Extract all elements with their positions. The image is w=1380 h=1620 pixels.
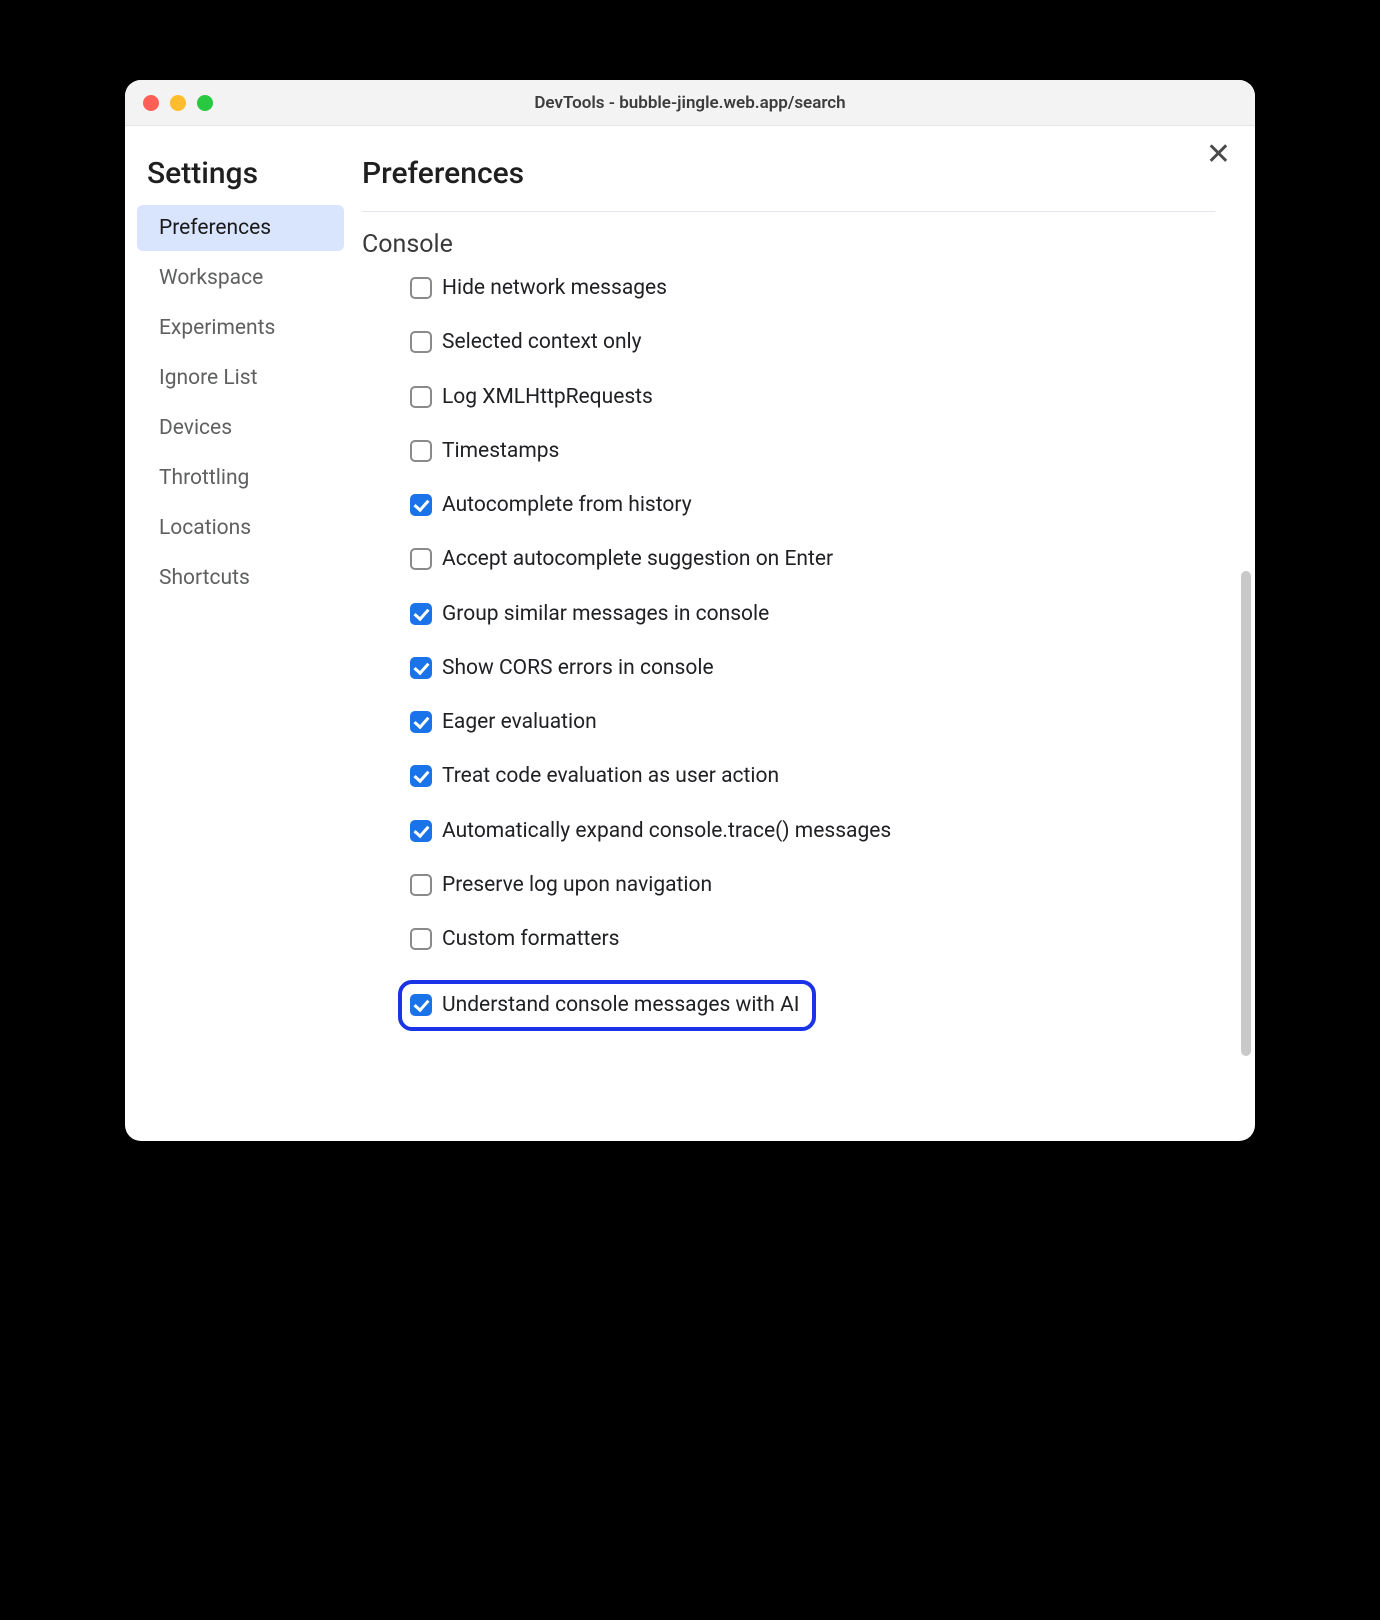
sidebar-item-preferences[interactable]: Preferences: [137, 205, 344, 251]
option-row: Accept autocomplete suggestion on Enter: [410, 546, 930, 572]
option-row: Hide network messages: [410, 275, 930, 301]
option-row: Selected context only: [410, 329, 930, 355]
sidebar-item-label: Locations: [159, 516, 251, 540]
sidebar-item-label: Preferences: [159, 216, 271, 240]
checkbox[interactable]: [410, 386, 432, 408]
option-label: Accept autocomplete suggestion on Enter: [442, 546, 833, 572]
sidebar-item-ignore-list[interactable]: Ignore List: [137, 355, 344, 401]
checkbox[interactable]: [410, 765, 432, 787]
option-label: Selected context only: [442, 329, 642, 355]
option-label: Preserve log upon navigation: [442, 872, 712, 898]
checkbox[interactable]: [410, 277, 432, 299]
option-label: Treat code evaluation as user action: [442, 763, 779, 789]
sidebar-item-workspace[interactable]: Workspace: [137, 255, 344, 301]
option-label: Understand console messages with AI: [442, 992, 800, 1018]
checkbox[interactable]: [410, 494, 432, 516]
checkbox[interactable]: [410, 603, 432, 625]
options-list: Hide network messages Selected context on…: [362, 275, 1215, 1031]
window-title: DevTools - bubble-jingle.web.app/search: [125, 93, 1255, 113]
checkbox[interactable]: [410, 820, 432, 842]
option-row: Show CORS errors in console: [410, 655, 930, 681]
window-close-button[interactable]: [143, 95, 159, 111]
sidebar: Settings Preferences Workspace Experiments…: [125, 126, 350, 1141]
sidebar-item-throttling[interactable]: Throttling: [137, 455, 344, 501]
option-row: Group similar messages in console: [410, 601, 930, 627]
option-row: Preserve log upon navigation: [410, 872, 930, 898]
checkbox[interactable]: [410, 440, 432, 462]
option-row: Custom formatters: [410, 926, 930, 952]
option-row: Eager evaluation: [410, 709, 930, 735]
option-label: Timestamps: [442, 438, 559, 464]
option-label: Autocomplete from history: [442, 492, 692, 518]
sidebar-item-label: Shortcuts: [159, 566, 250, 590]
sidebar-item-label: Experiments: [159, 316, 275, 340]
main-panel: Preferences Console Hide network message…: [350, 126, 1255, 1141]
sidebar-item-label: Devices: [159, 416, 232, 440]
devtools-settings-window: DevTools - bubble-jingle.web.app/search …: [125, 80, 1255, 1141]
checkbox[interactable]: [410, 548, 432, 570]
option-label: Hide network messages: [442, 275, 667, 301]
window-maximize-button[interactable]: [197, 95, 213, 111]
settings-body: ✕ Settings PreferencesWorkspaceExperimen…: [125, 126, 1255, 1141]
option-row: Automatically expand console.trace() mes…: [410, 818, 930, 844]
window-minimize-button[interactable]: [170, 95, 186, 111]
page-title: Preferences: [362, 146, 1215, 212]
sidebar-item-devices[interactable]: Devices: [137, 405, 344, 451]
checkbox[interactable]: [410, 657, 432, 679]
traffic-lights: [125, 95, 213, 111]
checkbox[interactable]: [410, 874, 432, 896]
option-row: Log XMLHttpRequests: [410, 384, 930, 410]
sidebar-item-label: Ignore List: [159, 366, 257, 390]
sidebar-item-label: Throttling: [159, 466, 249, 490]
section-title: Console: [362, 230, 1215, 259]
option-row: Understand console messages with AI: [398, 980, 816, 1030]
checkbox[interactable]: [410, 994, 432, 1016]
option-label: Automatically expand console.trace() mes…: [442, 818, 891, 844]
sidebar-title: Settings: [125, 146, 350, 205]
titlebar: DevTools - bubble-jingle.web.app/search: [125, 80, 1255, 126]
option-label: Group similar messages in console: [442, 601, 769, 627]
sidebar-item-shortcuts[interactable]: Shortcuts: [137, 555, 344, 601]
option-label: Eager evaluation: [442, 709, 597, 735]
sidebar-item-experiments[interactable]: Experiments: [137, 305, 344, 351]
option-label: Custom formatters: [442, 926, 619, 952]
option-row: Autocomplete from history: [410, 492, 930, 518]
option-row: Treat code evaluation as user action: [410, 763, 930, 789]
option-label: Log XMLHttpRequests: [442, 384, 653, 410]
checkbox[interactable]: [410, 928, 432, 950]
checkbox[interactable]: [410, 331, 432, 353]
option-label: Show CORS errors in console: [442, 655, 714, 681]
sidebar-item-locations[interactable]: Locations: [137, 505, 344, 551]
sidebar-item-label: Workspace: [159, 266, 263, 290]
scrollbar-thumb[interactable]: [1241, 571, 1251, 1056]
option-row: Timestamps: [410, 438, 930, 464]
checkbox[interactable]: [410, 711, 432, 733]
